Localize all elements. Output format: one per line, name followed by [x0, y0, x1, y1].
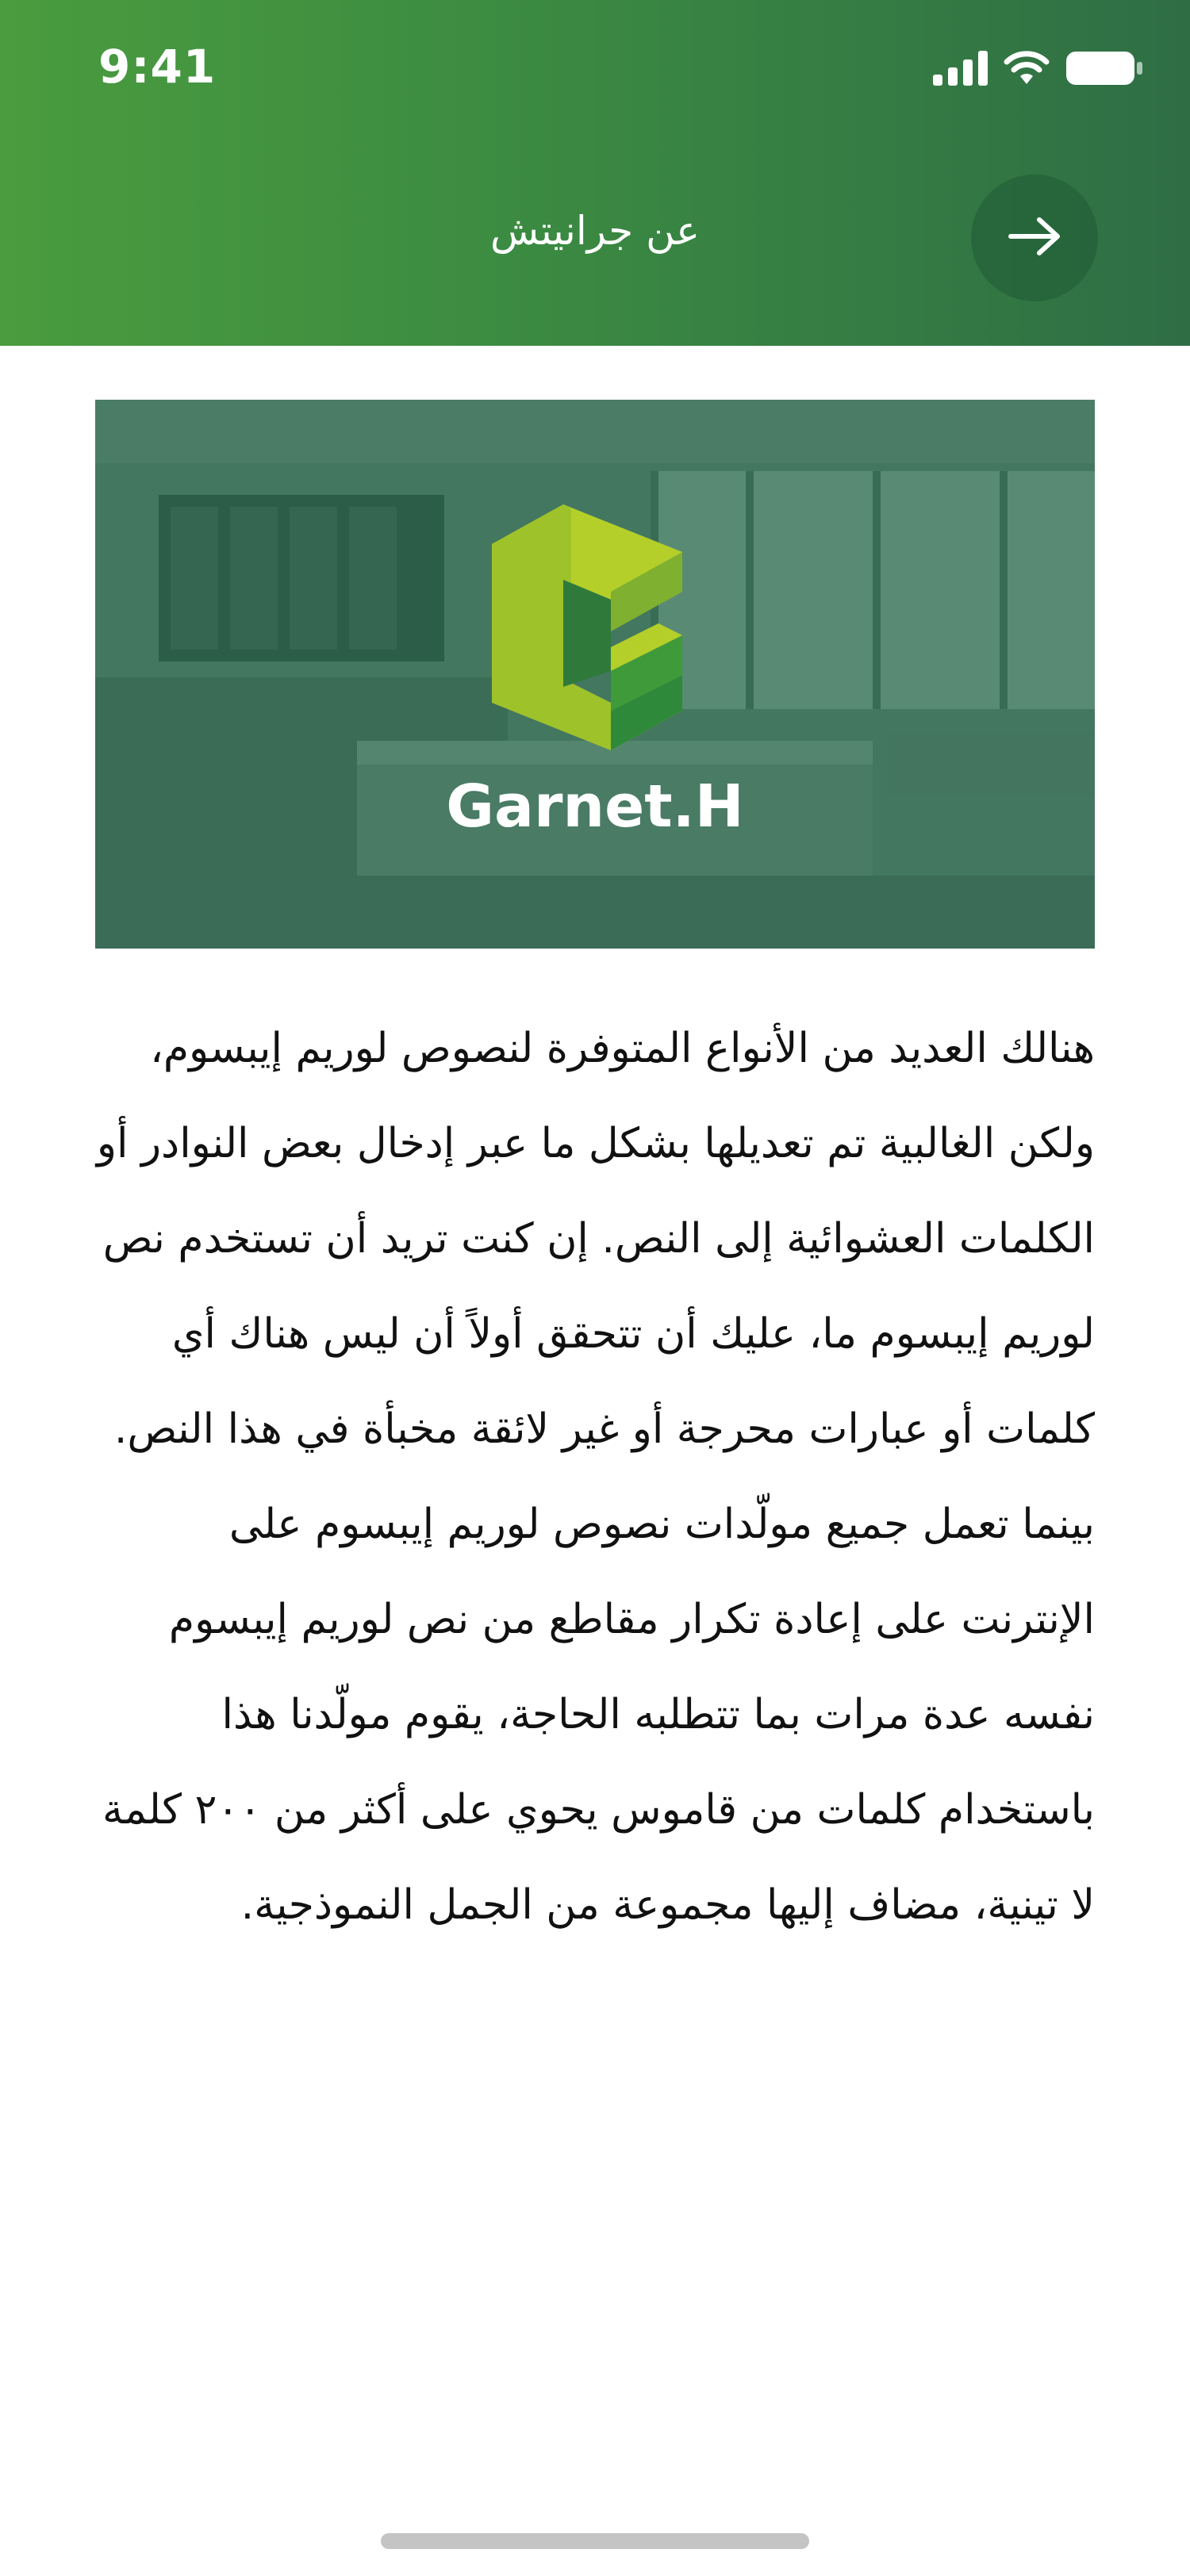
battery-icon: [1065, 50, 1144, 90]
about-screen: 9:41 عن جرانيتش Garnet.H هنالك العديد من…: [0, 0, 1190, 2576]
back-button[interactable]: [971, 174, 1098, 301]
hero-banner: Garnet.H: [95, 400, 1095, 949]
signal-icon: [933, 51, 988, 89]
status-time: 9:41: [98, 40, 217, 94]
about-paragraph: هنالك العديد من الأنواع المتوفرة لنصوص ل…: [96, 1025, 1095, 1929]
g-cube-logo-icon: [492, 504, 682, 750]
status-icons: [933, 46, 1144, 94]
wifi-icon: [1003, 51, 1050, 89]
brand-name: Garnet.H: [446, 772, 744, 841]
arrow-right-icon: [1008, 217, 1061, 259]
home-indicator[interactable]: [381, 2533, 809, 2549]
header: 9:41 عن جرانيتش: [0, 0, 1190, 346]
status-bar: 9:41: [0, 0, 1190, 135]
